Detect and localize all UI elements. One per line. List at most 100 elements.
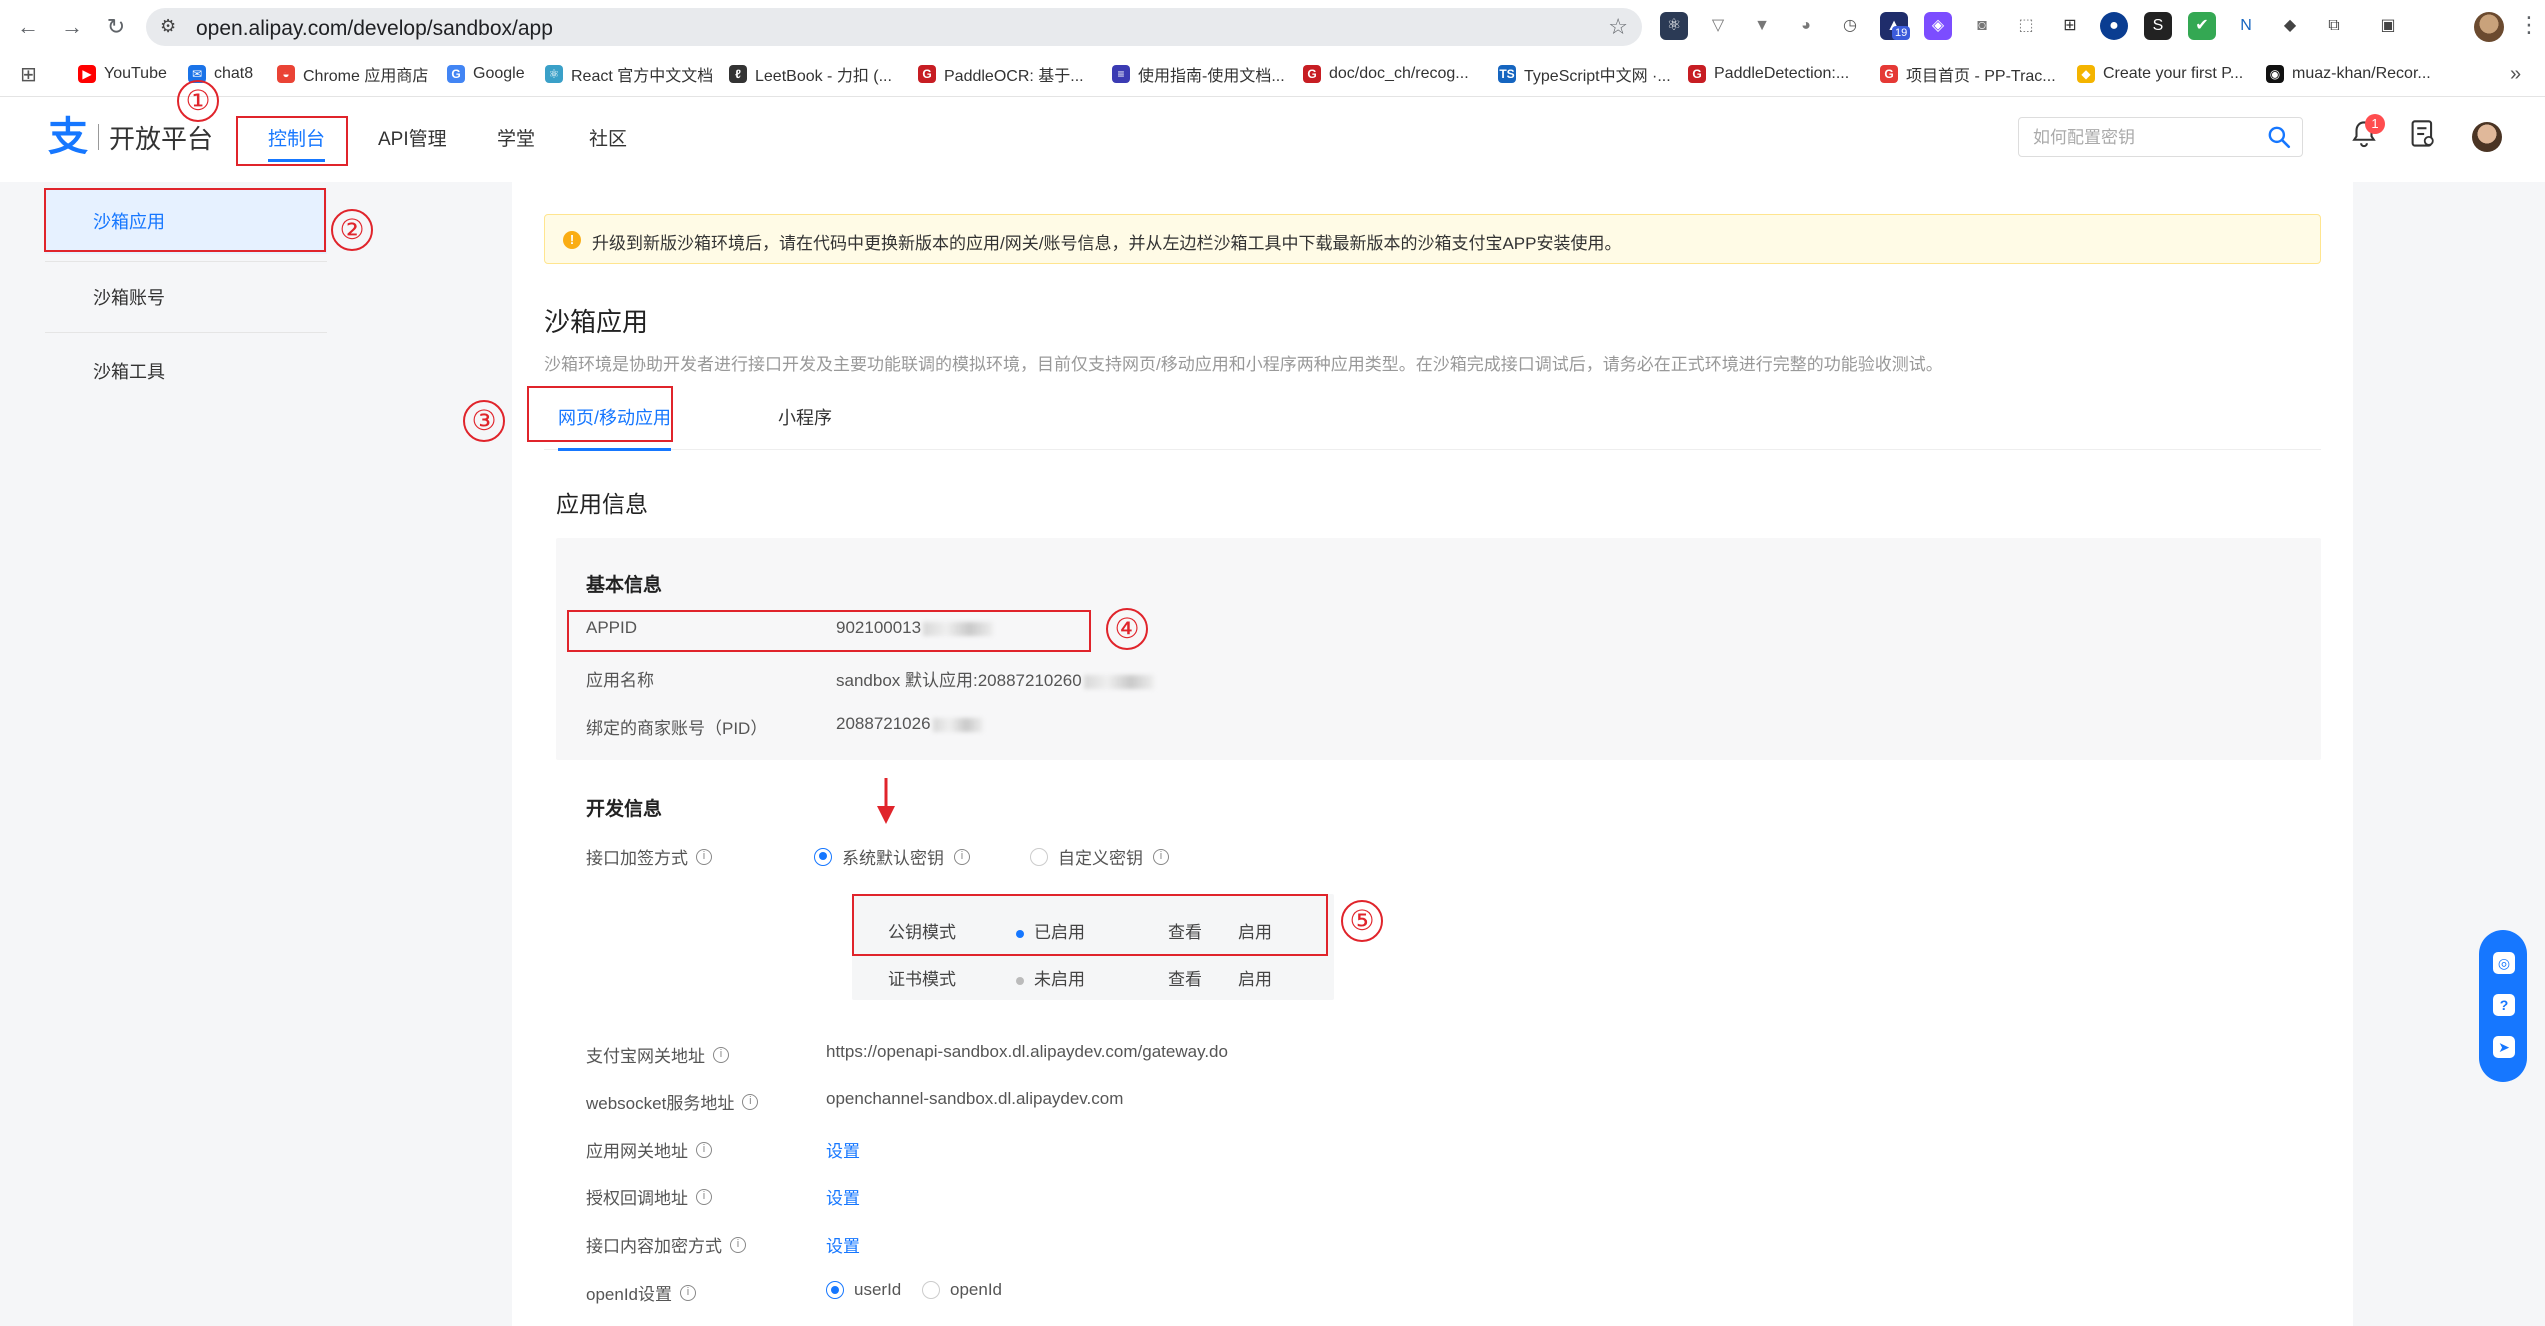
react-devtools-extension-icon[interactable]: ⚛ [1660,12,1688,40]
nav-api-management[interactable]: API管理 [378,97,447,182]
info-icon[interactable]: i [742,1093,759,1110]
feedback-icon[interactable]: ➤ [2493,1036,2515,1058]
sidebar-divider [45,332,327,333]
bookmark-item[interactable]: G PaddleOCR: 基于... [918,60,1084,88]
alipay-open-platform-logo[interactable]: 支 开放平台 [48,117,213,157]
bookmark-label: Chrome 应用商店 [303,68,429,85]
cube-extension-icon[interactable]: ◆ [2276,12,2304,40]
info-icon[interactable]: i [696,848,712,865]
document-icon[interactable] [2410,119,2436,154]
bookmark-item[interactable]: G PaddleDetection:... [1688,60,1849,88]
more-bookmarks-icon[interactable]: » [2510,60,2521,88]
vue-devtools-icon[interactable]: ▼ [1748,12,1776,40]
radio-custom-key[interactable]: 自定义密钥 i [1030,844,1169,869]
ghost-extension-icon[interactable]: ◕ [1792,12,1820,40]
screenshot-extension-icon[interactable]: ⬚ [2012,12,2040,40]
main-content: ! 升级到新版沙箱环境后，请在代码中更换新版本的应用/网关/账号信息，并从左边栏… [512,182,2353,1326]
sidebar-item-sandbox-account[interactable]: 沙箱账号 [45,266,327,330]
camera-extension-icon[interactable]: ◙ [1968,12,1996,40]
blue-circle-extension-icon[interactable]: ● [2100,12,2128,40]
cert-enable-link[interactable]: 启用 [1238,965,1272,990]
tab-mini-program[interactable]: 小程序 [778,390,832,450]
info-icon[interactable]: i [1153,848,1169,865]
page-description: 沙箱环境是协助开发者进行接口开发及主要功能联调的模拟环境，目前仅支持网页/移动应… [544,355,1943,374]
s-extension-icon[interactable]: S [2144,12,2172,40]
purple-extension-icon[interactable]: ◈ [1924,12,1952,40]
gateway-url[interactable]: https://openapi-sandbox.dl.alipaydev.com… [826,1042,1228,1062]
react-icon: ⚛ [545,65,563,83]
timer-extension-icon[interactable]: ◷ [1836,12,1864,40]
bookmark-item[interactable]: ℓ LeetBook - 力扣 (... [729,60,892,88]
openid-label-text: openId设置 [586,1285,672,1304]
apps-grid-icon[interactable]: ⊞ [20,60,37,88]
vue-extension-icon[interactable]: ▽ [1704,12,1732,40]
browser-menu-icon[interactable]: ⋮ [2518,12,2540,38]
bookmark-item[interactable]: ◆ Create your first P... [2077,60,2243,88]
bookmark-item[interactable]: ▶ YouTube [78,60,167,88]
bookmark-label: TypeScript中文网 ·... [1524,68,1671,85]
info-icon[interactable]: i [696,1141,712,1158]
bookmark-label: PaddleOCR: 基于... [944,68,1084,85]
gitee-icon: G [918,65,936,83]
websocket-url[interactable]: openchannel-sandbox.dl.alipaydev.com [826,1089,1123,1109]
encryption-set-link[interactable]: 设置 [826,1232,860,1257]
n-extension-icon[interactable]: N [2232,12,2260,40]
radio-openid[interactable]: openId [922,1280,1002,1300]
sidebar-divider [45,261,327,262]
info-icon[interactable]: i [713,1046,729,1063]
bookmark-label: chat8 [214,65,254,82]
bookmark-star-icon[interactable]: ☆ [1608,14,1628,40]
user-avatar[interactable] [2472,122,2502,152]
radio-userid[interactable]: userId [826,1280,901,1300]
auth-callback-set-link[interactable]: 设置 [826,1184,860,1209]
capture-extension-icon[interactable]: ⊞ [2056,12,2084,40]
app-gateway-label-text: 应用网关地址 [586,1142,688,1161]
cert-view-link[interactable]: 查看 [1168,965,1202,990]
bookmark-item[interactable]: Gdoc/doc_ch/recog... [1303,60,1469,88]
basic-info-title: 基本信息 [586,575,663,596]
info-icon[interactable]: i [730,1236,746,1253]
forward-icon[interactable]: → [58,13,86,41]
browser-profile-avatar[interactable] [2474,12,2504,42]
youtube-icon: ▶ [78,65,96,83]
redacted-mask [932,717,983,732]
puzzle-icon[interactable]: ⧉ [2320,12,2348,40]
back-icon[interactable]: ← [14,13,42,41]
scholar-extension-icon[interactable]: ▲19 [1880,12,1911,40]
annotation-box-web-app-tab [527,386,673,442]
annotation-box-sandbox-app [44,188,326,252]
bookmark-item[interactable]: ◉ muaz-khan/Recor... [2266,60,2431,88]
bookmark-item[interactable]: ⚛ React 官方中文文档 [545,60,713,88]
bookmark-label: React 官方中文文档 [571,68,714,85]
shield-extension-icon[interactable]: ✔ [2188,12,2216,40]
search-icon[interactable] [2266,124,2292,155]
gateway-label: 支付宝网关地址 i [586,1042,729,1067]
bookmark-item[interactable]: G Google [447,60,525,88]
sign-method-label: 接口加签方式 i [586,844,712,869]
nav-community[interactable]: 社区 [589,97,627,182]
url-text: open.alipay.com/develop/sandbox/app [196,17,553,40]
nav-academy[interactable]: 学堂 [497,97,535,182]
info-icon[interactable]: i [954,848,970,865]
app-name-value: sandbox 默认应用:20887210260 [836,666,1154,691]
radio-dot [922,1281,940,1299]
bookmark-item[interactable]: G 项目首页 - PP-Trac... [1880,60,2056,88]
google-icon: G [447,65,465,83]
question-icon[interactable]: ? [2493,994,2515,1016]
bookmark-item[interactable]: TS TypeScript中文网 ·... [1498,60,1671,88]
reload-icon[interactable]: ↻ [102,13,130,41]
info-icon[interactable]: i [680,1284,696,1301]
site-settings-icon[interactable]: ⚙ [160,16,176,37]
address-bar[interactable]: ⚙ open.alipay.com/develop/sandbox/app ☆ [146,8,1642,46]
chat-support-icon[interactable]: ◎ [2493,952,2515,974]
search-input[interactable] [2033,126,2263,150]
bookmark-item[interactable]: ≡ 使用指南-使用文档... [1112,60,1285,88]
bookmark-item[interactable]: ◒ Chrome 应用商店 [277,60,428,88]
websocket-label-text: websocket服务地址 [586,1094,735,1113]
sidebar-item-sandbox-tools[interactable]: 沙箱工具 [45,340,327,404]
app-gateway-set-link[interactable]: 设置 [826,1137,860,1162]
info-icon[interactable]: i [696,1188,712,1205]
radio-system-default-key[interactable]: 系统默认密钥 i [814,844,970,869]
bookmark-label: LeetBook - 力扣 (... [755,68,892,85]
side-panel-icon[interactable]: ▣ [2374,12,2402,40]
